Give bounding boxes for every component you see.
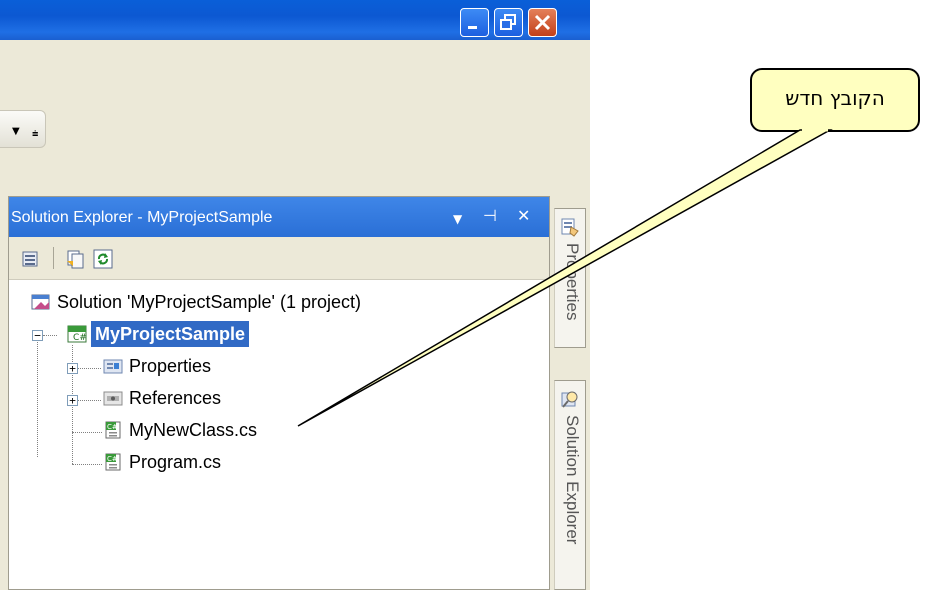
callout-pointer-shape — [297, 129, 833, 427]
callout-pointer — [297, 128, 833, 427]
